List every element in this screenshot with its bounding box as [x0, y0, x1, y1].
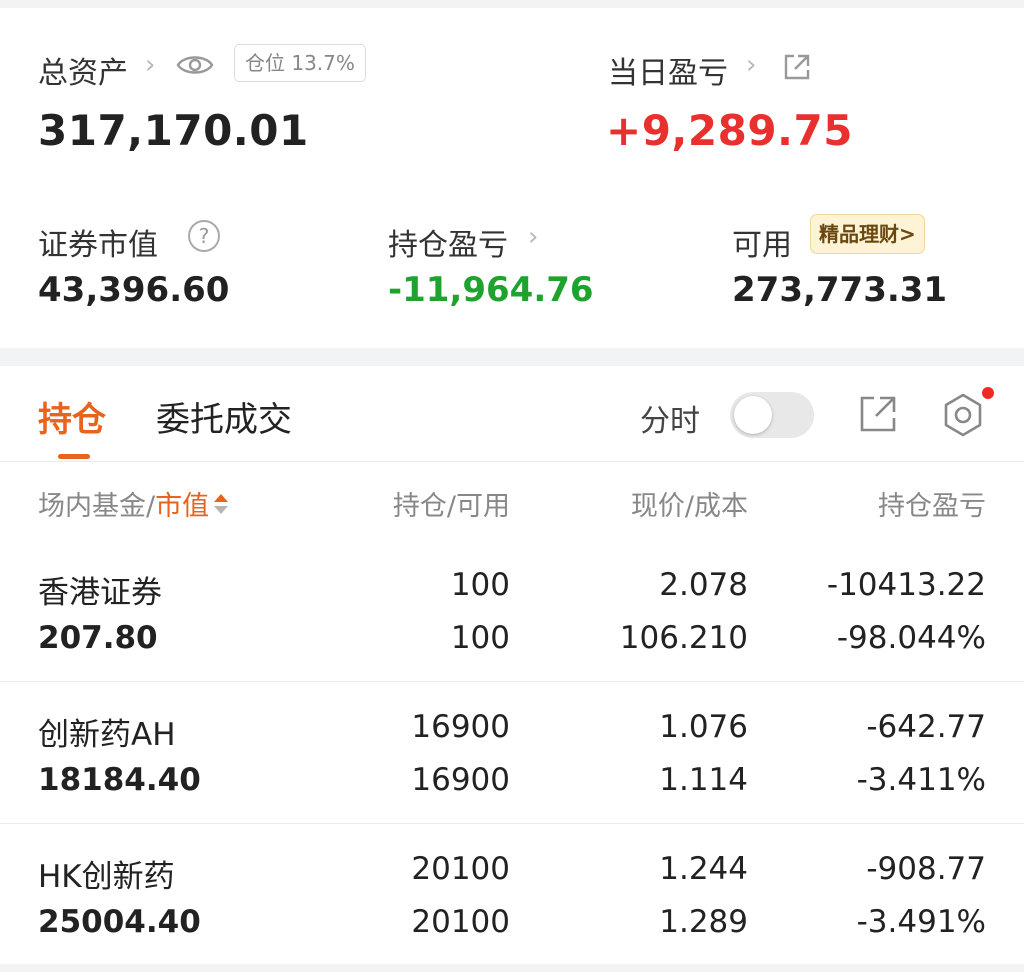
holding-qty: 16900 — [411, 709, 510, 745]
external-link-icon[interactable] — [858, 394, 898, 438]
table-row[interactable]: HK创新药 25004.40 20100 20100 1.244 1.289 -… — [0, 834, 1024, 964]
tabs-divider — [0, 461, 1024, 462]
fund-name: 创新药AH — [38, 717, 176, 753]
position-ratio-badge: 仓位 13.7% — [234, 44, 366, 82]
position-pnl: -908.77 — [866, 851, 986, 887]
chevron-right-icon[interactable]: › — [528, 222, 538, 252]
current-price: 1.244 — [659, 851, 748, 887]
header-name[interactable]: 场内基金/市值 — [38, 484, 231, 524]
cost-price: 1.289 — [659, 904, 748, 940]
settings-icon[interactable] — [940, 392, 986, 442]
time-share-toggle[interactable] — [730, 392, 814, 438]
fund-market-value: 207.80 — [38, 620, 158, 656]
position-pnl-value: -11,964.76 — [388, 270, 594, 310]
eye-icon[interactable] — [176, 52, 214, 82]
position-pnl: -642.77 — [866, 709, 986, 745]
header-pnl: 持仓盈亏 — [878, 491, 986, 522]
holding-qty: 100 — [450, 567, 510, 603]
position-pnl-label[interactable]: 持仓盈亏 — [388, 220, 508, 264]
header-name-prefix: 场内基金/ — [38, 491, 156, 522]
position-pnl-pct: -98.044% — [836, 620, 986, 656]
position-pnl-pct: -3.491% — [856, 904, 986, 940]
daily-pnl-value: +9,289.75 — [606, 106, 853, 155]
fund-name: HK创新药 — [38, 859, 175, 895]
market-value-label: 证券市值 — [38, 228, 158, 263]
help-icon[interactable]: ? — [188, 220, 220, 252]
table-row[interactable]: 创新药AH 18184.40 16900 16900 1.076 1.114 -… — [0, 692, 1024, 822]
available-qty: 16900 — [411, 762, 510, 798]
available-value: 273,773.31 — [732, 270, 948, 310]
market-value: 43,396.60 — [38, 270, 230, 310]
chevron-right-icon[interactable]: › — [746, 50, 756, 80]
header-holding: 持仓/可用 — [392, 491, 510, 522]
current-price: 2.078 — [659, 567, 748, 603]
table-row[interactable]: 香港证券 207.80 100 100 2.078 106.210 -10413… — [0, 550, 1024, 680]
available-qty: 20100 — [411, 904, 510, 940]
available-label: 可用 — [732, 228, 792, 263]
position-pnl: -10413.22 — [826, 567, 986, 603]
fund-name: 香港证券 — [38, 575, 162, 611]
cost-price: 106.210 — [619, 620, 748, 656]
row-divider — [0, 681, 1024, 682]
cost-price: 1.114 — [659, 762, 748, 798]
header-price: 现价/成本 — [630, 491, 748, 522]
daily-pnl-label[interactable]: 当日盈亏 — [608, 48, 728, 92]
fund-market-value: 25004.40 — [38, 904, 201, 940]
tab-active-indicator — [58, 454, 90, 459]
time-share-label: 分时 — [640, 404, 700, 439]
row-divider — [0, 823, 1024, 824]
total-assets-value: 317,170.01 — [38, 106, 309, 155]
fund-market-value: 18184.40 — [38, 762, 201, 798]
wealth-management-chip[interactable]: 精品理财> — [810, 214, 925, 254]
toggle-knob — [734, 396, 772, 434]
chevron-right-icon[interactable]: › — [145, 50, 155, 80]
total-assets-label[interactable]: 总资产 — [38, 48, 128, 92]
external-link-icon[interactable] — [782, 52, 812, 86]
current-price: 1.076 — [659, 709, 748, 745]
asset-summary-card: 总资产 › 仓位 13.7% 317,170.01 当日盈亏 › +9,289.… — [0, 8, 1024, 348]
position-pnl-pct: -3.411% — [856, 762, 986, 798]
tab-orders[interactable]: 委托成交 — [156, 392, 292, 441]
holding-qty: 20100 — [411, 851, 510, 887]
available-qty: 100 — [450, 620, 510, 656]
sort-icon — [211, 491, 231, 524]
tab-holdings[interactable]: 持仓 — [38, 392, 106, 441]
header-name-sort: 市值 — [155, 491, 210, 522]
notification-dot — [982, 387, 994, 399]
